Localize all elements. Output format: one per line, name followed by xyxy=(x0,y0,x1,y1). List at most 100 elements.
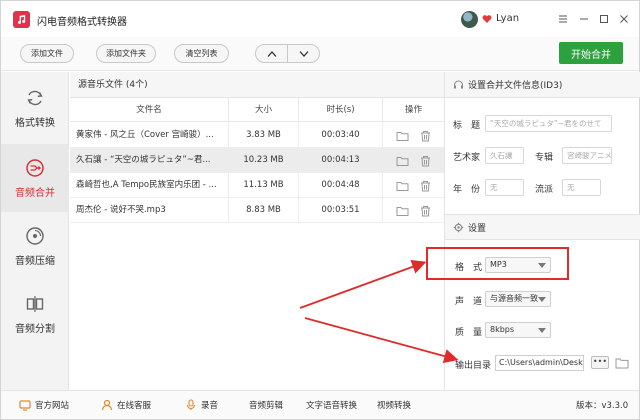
format-select[interactable]: MP3 xyxy=(485,257,551,273)
trash-icon[interactable] xyxy=(419,130,432,142)
chevron-down-icon xyxy=(538,263,546,268)
app-window: 闪电音频格式转换器 Lyan 添加文件 添加文件夹 清空列表 开始合并 格式转换… xyxy=(0,0,640,420)
text-to-speech-link[interactable]: 文字语音转换 xyxy=(306,398,357,412)
status-item-label: 文字语音转换 xyxy=(306,401,358,411)
move-down-button[interactable] xyxy=(288,45,319,62)
sidebar-item-audio-merge[interactable]: 音频合并 xyxy=(1,144,69,212)
split-icon xyxy=(26,295,44,312)
genre-input[interactable]: 无 xyxy=(562,179,601,196)
settings-panel: 设置合并文件信息(ID3) 标 题 “天空の城ラピュタ”~君をのせて 艺术家 久… xyxy=(444,72,640,390)
file-duration: 00:04:48 xyxy=(299,173,383,198)
column-header-name: 文件名 xyxy=(70,98,229,122)
file-name: 久石讓 - “天空の城ラピュタ”~君... xyxy=(70,148,229,173)
status-item-label: 视频转换 xyxy=(377,401,412,411)
status-item-label: 在线客服 xyxy=(117,401,152,411)
menu-icon[interactable] xyxy=(556,12,570,26)
file-duration: 00:04:13 xyxy=(299,148,383,173)
support-icon xyxy=(101,399,113,411)
file-list-panel: 源音乐文件 (4个) 文件名 大小 时长(s) 操作 黄家伟 - 风之丘（Cov… xyxy=(70,72,444,390)
start-merge-button[interactable]: 开始合并 xyxy=(559,42,623,64)
file-duration: 00:03:51 xyxy=(299,198,383,223)
channel-select[interactable]: 与源音频一致 xyxy=(485,291,551,307)
folder-icon[interactable] xyxy=(396,130,409,142)
table-row[interactable]: 森崎哲也,A Tempo民族室内乐团 - ... 11.13 MB 00:04:… xyxy=(70,173,444,198)
row-actions xyxy=(383,148,444,173)
folder-icon[interactable] xyxy=(396,180,409,192)
headphones-icon xyxy=(454,80,463,89)
channel-label: 声 道 xyxy=(455,297,483,307)
maximize-icon[interactable] xyxy=(597,12,611,26)
record-link[interactable]: 录音 xyxy=(185,398,218,412)
settings-section-header: 设置 xyxy=(445,214,640,240)
mic-icon xyxy=(186,399,196,410)
format-label: 格 式 xyxy=(455,263,483,273)
file-name: 森崎哲也,A Tempo民族室内乐团 - ... xyxy=(70,173,229,198)
trash-icon[interactable] xyxy=(419,180,432,192)
gear-icon xyxy=(453,222,464,232)
file-size: 8.83 MB xyxy=(229,198,299,223)
id3-section-header: 设置合并文件信息(ID3) xyxy=(445,72,640,98)
year-input[interactable]: 无 xyxy=(485,179,524,196)
format-value: MP3 xyxy=(490,260,507,269)
trash-icon[interactable] xyxy=(419,155,432,167)
refresh-icon xyxy=(27,90,43,105)
year-label: 年 份 xyxy=(453,185,481,195)
row-actions xyxy=(383,198,444,223)
add-file-button[interactable]: 添加文件 xyxy=(20,44,74,63)
column-header-size: 大小 xyxy=(229,98,299,122)
app-title: 闪电音频格式转换器 xyxy=(37,17,127,28)
table-row[interactable]: 周杰伦 - 说好不哭.mp3 8.83 MB 00:03:51 xyxy=(70,198,444,223)
album-input[interactable]: 宫崎骏アニメ... xyxy=(562,147,612,164)
sidebar-item-label: 格式转换 xyxy=(15,117,55,129)
add-folder-button[interactable]: 添加文件夹 xyxy=(96,44,156,63)
browse-button[interactable]: ••• xyxy=(591,356,609,369)
username[interactable]: Lyan xyxy=(496,13,519,24)
folder-icon[interactable] xyxy=(396,155,409,167)
sidebar-item-label: 音频压缩 xyxy=(15,255,55,267)
channel-value: 与源音频一致 xyxy=(490,294,538,303)
close-icon[interactable] xyxy=(617,12,631,26)
title-input[interactable]: “天空の城ラピュタ”~君をのせて xyxy=(485,115,612,132)
quality-select[interactable]: 8kbps xyxy=(485,322,551,338)
chevron-down-icon xyxy=(538,328,546,333)
status-item-label: 录音 xyxy=(201,401,219,411)
table-row[interactable]: 黄家伟 - 风之丘（Cover 宫崎骏）... 3.83 MB 00:03:40 xyxy=(70,123,444,148)
sidebar-item-label: 音频分割 xyxy=(15,323,55,335)
clear-list-button[interactable]: 清空列表 xyxy=(174,44,229,63)
file-duration: 00:03:40 xyxy=(299,123,383,148)
folder-icon[interactable] xyxy=(396,205,409,217)
toolbar: 添加文件 添加文件夹 清空列表 开始合并 xyxy=(1,37,639,71)
video-convert-link[interactable]: 视频转换 xyxy=(377,398,411,412)
move-up-button[interactable] xyxy=(256,45,288,62)
open-folder-button[interactable] xyxy=(615,357,629,372)
sidebar-item-audio-split[interactable]: 音频分割 xyxy=(1,280,69,348)
status-bar: 官方网站 在线客服 录音 音频剪辑 文字语音转换 视频转换 版本：v3.3.0 xyxy=(1,390,639,419)
audio-clip-link[interactable]: 音频剪辑 xyxy=(249,398,283,412)
file-size: 11.13 MB xyxy=(229,173,299,198)
artist-input[interactable]: 久石讓 xyxy=(485,147,524,164)
album-label: 专辑 xyxy=(535,153,554,163)
sidebar-item-label: 音频合并 xyxy=(15,187,55,199)
genre-label: 流派 xyxy=(535,185,554,195)
artist-label: 艺术家 xyxy=(453,153,481,163)
folder-icon xyxy=(615,358,629,369)
status-item-label: 官方网站 xyxy=(35,401,70,411)
sidebar-item-format-convert[interactable]: 格式转换 xyxy=(1,74,69,142)
online-support-link[interactable]: 在线客服 xyxy=(101,398,151,412)
official-site-link[interactable]: 官方网站 xyxy=(19,398,69,412)
file-size: 10.23 MB xyxy=(229,148,299,173)
sidebar-item-audio-compress[interactable]: 音频压缩 xyxy=(1,212,69,280)
title-label: 标 题 xyxy=(453,121,481,131)
minimize-icon[interactable] xyxy=(577,12,591,26)
output-dir-input[interactable]: C:\Users\admin\Desktc xyxy=(495,355,584,371)
chevron-down-icon xyxy=(299,50,308,57)
move-button-group xyxy=(255,44,320,63)
trash-icon[interactable] xyxy=(419,205,432,217)
output-dir-label: 输出目录 xyxy=(455,361,492,371)
vip-heart-icon xyxy=(482,15,492,23)
chevron-up-icon xyxy=(267,50,276,57)
table-row[interactable]: 久石讓 - “天空の城ラピュタ”~君... 10.23 MB 00:04:13 xyxy=(70,148,444,173)
file-name: 周杰伦 - 说好不哭.mp3 xyxy=(70,198,229,223)
avatar[interactable] xyxy=(461,11,478,28)
file-name: 黄家伟 - 风之丘（Cover 宫崎骏）... xyxy=(70,123,229,148)
